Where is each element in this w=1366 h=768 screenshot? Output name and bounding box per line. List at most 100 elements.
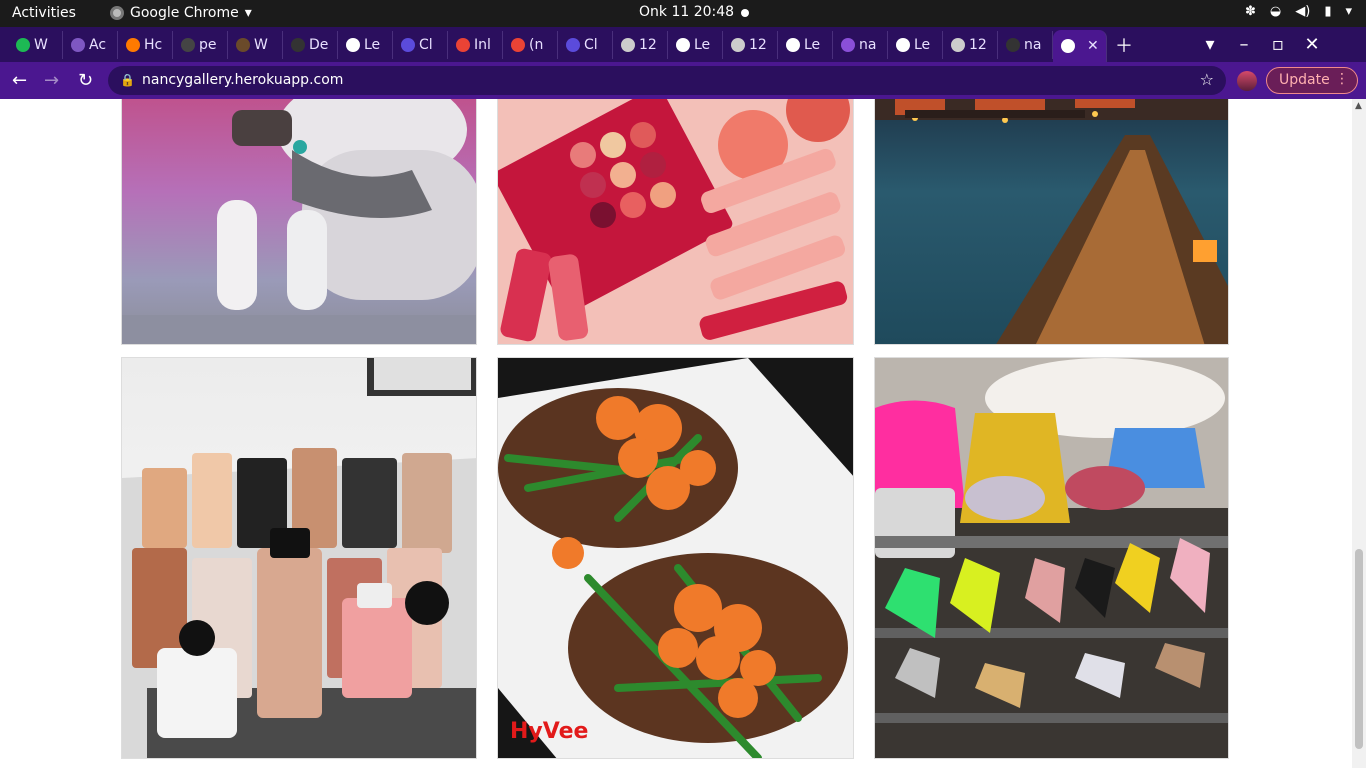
- system-tray[interactable]: ✽ ◒ ◀) ▮ ▾: [1245, 4, 1352, 19]
- browser-tab[interactable]: 12: [613, 30, 668, 59]
- pier-image: [875, 99, 1228, 344]
- browser-tab[interactable]: Le: [888, 30, 943, 59]
- tab-favicon-icon: [401, 37, 415, 52]
- gallery-image-husky[interactable]: [121, 99, 477, 345]
- power-menu-icon: ▾: [1345, 4, 1352, 19]
- makeup-image: [498, 99, 850, 342]
- browser-tab[interactable]: na: [998, 30, 1053, 59]
- lock-icon[interactable]: 🔒: [120, 73, 135, 87]
- back-icon[interactable]: ←: [12, 70, 27, 91]
- browser-tab[interactable]: Inl: [448, 30, 503, 59]
- update-label: Update: [1279, 72, 1330, 88]
- tab-favicon-icon: [181, 37, 195, 52]
- tab-favicon-icon: [896, 37, 910, 52]
- browser-tab[interactable]: Le: [338, 30, 393, 59]
- wifi-icon: ◒: [1269, 4, 1282, 19]
- gallery-image-perfumes[interactable]: [121, 357, 477, 759]
- tab-favicon-icon: [1006, 37, 1020, 52]
- browser-tab[interactable]: 12: [943, 30, 998, 59]
- gallery-image-pier[interactable]: [874, 99, 1229, 345]
- browser-tab[interactable]: De: [283, 30, 338, 59]
- activities-button[interactable]: Activities: [12, 5, 76, 21]
- tab-title: Le: [694, 36, 711, 53]
- update-button[interactable]: Update ⋮: [1266, 67, 1358, 94]
- clock[interactable]: Onk 11 20:48: [639, 4, 734, 20]
- browser-tab[interactable]: na: [833, 30, 888, 59]
- profile-avatar[interactable]: [1237, 71, 1257, 91]
- gallery-image-handbags[interactable]: [874, 357, 1229, 759]
- page-scrollbar[interactable]: ▲: [1352, 99, 1366, 768]
- url-text[interactable]: nancygallery.herokuapp.com: [142, 72, 343, 88]
- globe-icon: [1061, 39, 1075, 53]
- gallery-image-steak[interactable]: HyVee: [497, 357, 854, 759]
- tab-title: Le: [364, 36, 381, 53]
- chrome-icon: [110, 6, 124, 20]
- browser-tab[interactable]: pe: [173, 30, 228, 59]
- app-menu[interactable]: Google Chrome ▾: [110, 5, 252, 21]
- tab-title: Cl: [584, 36, 598, 53]
- browser-tab[interactable]: Cl: [393, 30, 448, 59]
- tab-favicon-icon: [236, 37, 250, 52]
- browser-tab[interactable]: W: [8, 30, 63, 59]
- tab-favicon-icon: [71, 37, 85, 52]
- minimize-icon[interactable]: –: [1227, 34, 1261, 55]
- tab-title: na: [1024, 36, 1042, 53]
- active-tab[interactable]: ✕: [1053, 30, 1107, 62]
- accessibility-icon: ✽: [1244, 4, 1256, 19]
- tab-title: 12: [749, 36, 767, 53]
- browser-tab[interactable]: Cl: [558, 30, 613, 59]
- gallery-image-makeup[interactable]: [497, 99, 854, 345]
- tab-favicon-icon: [786, 37, 800, 52]
- volume-icon: ◀): [1295, 4, 1311, 19]
- tab-title: Le: [804, 36, 821, 53]
- tab-favicon-icon: [346, 37, 360, 52]
- tab-title: Inl: [474, 36, 491, 53]
- scrollbar-thumb[interactable]: [1355, 549, 1363, 749]
- tab-title: Cl: [419, 36, 433, 53]
- tab-strip: W Ac Hc pe W De Le Cl Inl (n Cl 12 Le 12 Le na Le 12 na ✕ …: [0, 27, 1366, 62]
- tab-title: (n: [529, 36, 544, 53]
- perfumes-image: [122, 358, 476, 758]
- chevron-down-icon: ▾: [244, 5, 252, 21]
- bookmark-star-icon[interactable]: ☆: [1200, 70, 1214, 89]
- tab-favicon-icon: [731, 37, 745, 52]
- close-tab-icon[interactable]: ✕: [1087, 38, 1099, 54]
- tab-favicon-icon: [566, 37, 580, 52]
- forward-icon[interactable]: →: [44, 70, 59, 91]
- close-window-icon[interactable]: ✕: [1295, 34, 1329, 55]
- browser-tab[interactable]: Le: [668, 30, 723, 59]
- new-tab-button[interactable]: ＋: [1107, 32, 1141, 58]
- tab-title: Ac: [89, 36, 107, 53]
- browser-tab[interactable]: W: [228, 30, 283, 59]
- browser-tab[interactable]: Le: [778, 30, 833, 59]
- tab-favicon-icon: [621, 37, 635, 52]
- scroll-up-arrow-icon[interactable]: ▲: [1355, 101, 1362, 111]
- browser-tab[interactable]: (n: [503, 30, 558, 59]
- husky-image: [122, 99, 476, 344]
- tab-title: Le: [914, 36, 931, 53]
- browser-tab[interactable]: 12: [723, 30, 778, 59]
- notification-dot: [741, 9, 749, 17]
- more-menu-icon[interactable]: ⋮: [1335, 71, 1349, 87]
- tab-title: pe: [199, 36, 217, 53]
- tab-title: W: [254, 36, 268, 53]
- tab-title: De: [309, 36, 329, 53]
- browser-tab[interactable]: Ac: [63, 30, 118, 59]
- tab-title: Hc: [144, 36, 163, 53]
- tab-favicon-icon: [16, 37, 30, 52]
- steak-image: HyVee: [498, 358, 853, 758]
- address-bar[interactable]: 🔒 nancygallery.herokuapp.com ☆: [108, 66, 1226, 95]
- handbags-image: [875, 358, 1228, 723]
- tab-title: W: [34, 36, 48, 53]
- tab-title: 12: [969, 36, 987, 53]
- tab-search-icon[interactable]: ▾: [1193, 34, 1227, 55]
- reload-icon[interactable]: ↻: [78, 70, 93, 91]
- tab-title: 12: [639, 36, 657, 53]
- gallery: HyVee: [0, 99, 1352, 768]
- tab-favicon-icon: [676, 37, 690, 52]
- toolbar: ← → ↻ 🔒 nancygallery.herokuapp.com ☆ Upd…: [0, 62, 1366, 99]
- maximize-icon[interactable]: ▫: [1261, 34, 1295, 55]
- tab-favicon-icon: [126, 37, 140, 52]
- browser-tab[interactable]: Hc: [118, 30, 173, 59]
- tab-favicon-icon: [456, 37, 470, 52]
